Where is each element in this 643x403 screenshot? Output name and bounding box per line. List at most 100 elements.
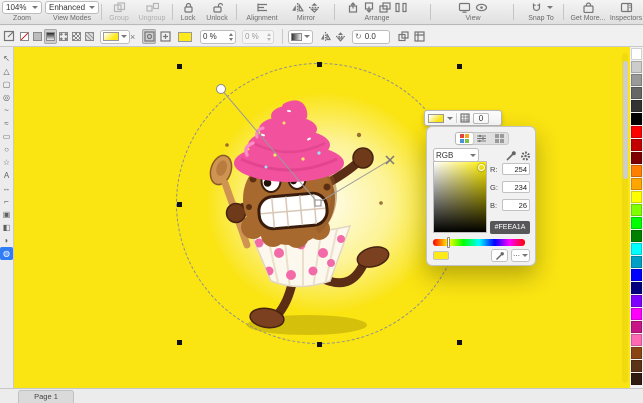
palette-swatch-19[interactable] bbox=[631, 295, 642, 307]
palette-swatch-21[interactable] bbox=[631, 321, 642, 333]
palette-swatch-5[interactable] bbox=[631, 113, 642, 125]
palette-swatch-11[interactable] bbox=[631, 191, 642, 203]
step-up-icon[interactable] bbox=[229, 33, 233, 36]
view-modes-control[interactable]: Enhanced View Modes bbox=[45, 1, 99, 22]
canvas[interactable] bbox=[14, 47, 630, 388]
scrollbar-thumb[interactable] bbox=[623, 61, 628, 179]
color-model-dropdown[interactable]: RGB bbox=[433, 148, 479, 162]
connector-tool[interactable]: ⌐ bbox=[0, 195, 13, 208]
eyedropper-button[interactable] bbox=[491, 249, 508, 262]
zoom-control[interactable]: 104% Zoom bbox=[2, 1, 42, 22]
node-color-swatch-button[interactable] bbox=[178, 29, 192, 44]
layers-button[interactable] bbox=[379, 1, 391, 14]
selection-handle[interactable] bbox=[177, 64, 182, 69]
step-down-icon[interactable] bbox=[229, 38, 233, 41]
selection-handle[interactable] bbox=[317, 62, 322, 67]
palette-swatch-20[interactable] bbox=[631, 308, 642, 320]
palette-swatch-25[interactable] bbox=[631, 373, 642, 385]
selection-handle[interactable] bbox=[457, 64, 462, 69]
group-button[interactable]: Group bbox=[104, 1, 134, 22]
palette-swatch-6[interactable] bbox=[631, 126, 642, 138]
to-front-button[interactable] bbox=[347, 1, 359, 14]
color-viewer-tab[interactable] bbox=[456, 133, 473, 144]
get-more-button[interactable]: Get More... bbox=[567, 1, 609, 22]
mirror-fill-horizontal-button[interactable] bbox=[318, 29, 332, 44]
palette-swatch-15[interactable] bbox=[631, 243, 642, 255]
shape-tool[interactable]: △ bbox=[0, 65, 13, 78]
polygon-tool[interactable]: ☆ bbox=[0, 156, 13, 169]
fill-color-picker[interactable] bbox=[100, 29, 130, 44]
fill-edge-handle[interactable] bbox=[217, 85, 226, 94]
palette-swatch-9[interactable] bbox=[631, 165, 642, 177]
node-transparency-stepper[interactable]: 0 % bbox=[200, 29, 236, 44]
vector-pattern-fill-button[interactable] bbox=[57, 29, 70, 44]
edit-fill-button[interactable] bbox=[3, 29, 16, 44]
texture-fill-button[interactable] bbox=[83, 29, 96, 44]
green-channel-input[interactable]: 234 bbox=[502, 181, 530, 193]
ungroup-button[interactable]: Ungroup bbox=[134, 1, 170, 22]
palette-swatch-16[interactable] bbox=[631, 256, 642, 268]
palette-swatch-14[interactable] bbox=[631, 230, 642, 242]
text-tool[interactable]: A bbox=[0, 169, 13, 182]
saturation-value-square[interactable] bbox=[433, 161, 487, 233]
fill-midpoint-handle[interactable] bbox=[386, 156, 394, 164]
crop-tool[interactable]: ▢ bbox=[0, 78, 13, 91]
blue-channel-input[interactable]: 26 bbox=[502, 199, 530, 211]
secondary-transparency-stepper[interactable]: 0 % bbox=[242, 29, 274, 44]
dimension-tool[interactable]: ↔ bbox=[0, 182, 13, 195]
selection-handle[interactable] bbox=[177, 340, 182, 345]
palette-swatch-13[interactable] bbox=[631, 217, 642, 229]
shadow-tool[interactable]: ▣ bbox=[0, 208, 13, 221]
interactive-fill-tool[interactable]: ◍ bbox=[0, 247, 13, 260]
transparency-tool[interactable]: ◧ bbox=[0, 221, 13, 234]
palette-grid-icon[interactable] bbox=[460, 113, 470, 123]
snap-to-button[interactable]: Snap To bbox=[523, 1, 559, 22]
hue-slider-handle[interactable] bbox=[447, 237, 450, 248]
mirror-fill-vertical-button[interactable] bbox=[333, 29, 347, 44]
page-tab[interactable]: Page 1 bbox=[18, 390, 74, 403]
gear-icon[interactable] bbox=[520, 150, 532, 162]
preview-button[interactable] bbox=[475, 1, 488, 14]
fill-center-handle[interactable] bbox=[315, 200, 321, 206]
ellipse-tool[interactable]: ○ bbox=[0, 143, 13, 156]
display-button[interactable] bbox=[458, 1, 471, 14]
palette-swatch-0[interactable] bbox=[631, 48, 642, 60]
lock-button[interactable]: Lock bbox=[175, 1, 201, 22]
freehand-tool[interactable]: ~ bbox=[0, 104, 13, 117]
fill-transparency-input[interactable]: 0 bbox=[473, 113, 489, 124]
more-options-button[interactable]: ⋯ bbox=[511, 249, 530, 262]
palette-swatch-3[interactable] bbox=[631, 87, 642, 99]
uniform-fill-button[interactable] bbox=[31, 29, 44, 44]
fountain-fill-controls[interactable] bbox=[14, 47, 630, 388]
rectangle-tool[interactable]: ▭ bbox=[0, 130, 13, 143]
palette-swatch-2[interactable] bbox=[631, 74, 642, 86]
bitmap-pattern-fill-button[interactable] bbox=[70, 29, 83, 44]
palette-swatch-1[interactable] bbox=[631, 61, 642, 73]
artistic-media-tool[interactable]: ≈ bbox=[0, 117, 13, 130]
eyedropper-icon[interactable] bbox=[505, 150, 517, 162]
fill-options-button[interactable] bbox=[158, 29, 172, 44]
selection-handle[interactable] bbox=[317, 342, 322, 347]
hue-slider[interactable] bbox=[433, 239, 525, 246]
vertical-scrollbar[interactable] bbox=[622, 53, 628, 383]
no-fill-button[interactable] bbox=[18, 29, 31, 44]
selection-handle[interactable] bbox=[457, 340, 462, 345]
palette-swatch-17[interactable] bbox=[631, 269, 642, 281]
fill-color-swatch[interactable] bbox=[428, 114, 444, 123]
palette-swatch-7[interactable] bbox=[631, 139, 642, 151]
palette-swatch-8[interactable] bbox=[631, 152, 642, 164]
color-palettes-tab[interactable] bbox=[491, 133, 508, 144]
eyedropper-tool[interactable]: ◗ bbox=[0, 234, 13, 247]
palette-swatch-10[interactable] bbox=[631, 178, 642, 190]
selection-handle[interactable] bbox=[177, 202, 182, 207]
palette-swatch-18[interactable] bbox=[631, 282, 642, 294]
hex-value-field[interactable]: #FEEA1A bbox=[490, 221, 530, 234]
remove-fill-button[interactable]: × bbox=[130, 29, 135, 44]
unlock-button[interactable]: Unlock bbox=[201, 1, 233, 22]
fountain-type-dropdown[interactable] bbox=[288, 29, 313, 44]
palette-swatch-4[interactable] bbox=[631, 100, 642, 112]
copy-fill-button[interactable] bbox=[396, 29, 410, 44]
zoom-tool[interactable]: ◎ bbox=[0, 91, 13, 104]
palette-swatch-23[interactable] bbox=[631, 347, 642, 359]
to-back-button[interactable] bbox=[363, 1, 375, 14]
